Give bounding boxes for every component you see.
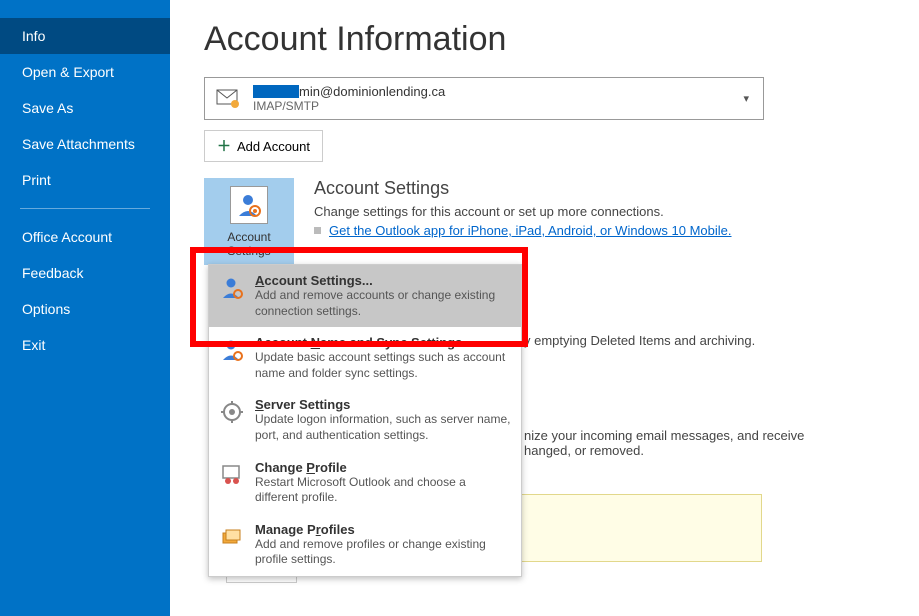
menu-manage-profiles[interactable]: Manage Profiles Add and remove profiles … bbox=[209, 514, 521, 576]
server-settings-icon bbox=[219, 399, 245, 425]
account-settings-tile[interactable]: Account Settings bbox=[204, 178, 294, 265]
rules-partial-1: nize your incoming email messages, and r… bbox=[524, 428, 889, 443]
sidebar-item-options[interactable]: Options bbox=[0, 291, 170, 327]
sidebar-item-info[interactable]: Info bbox=[0, 18, 170, 54]
menu-desc: Restart Microsoft Outlook and choose a d… bbox=[255, 475, 511, 506]
outlook-app-link-row: Get the Outlook app for iPhone, iPad, An… bbox=[314, 223, 889, 238]
menu-account-settings[interactable]: Account Settings... Add and remove accou… bbox=[209, 265, 521, 327]
sidebar-item-save-as[interactable]: Save As bbox=[0, 90, 170, 126]
sidebar-item-exit[interactable]: Exit bbox=[0, 327, 170, 363]
menu-name-sync-settings[interactable]: Account Name and Sync Settings Update ba… bbox=[209, 327, 521, 389]
page-title: Account Information bbox=[204, 20, 889, 59]
menu-desc: Update logon information, such as server… bbox=[255, 412, 511, 443]
outlook-app-link[interactable]: Get the Outlook app for iPhone, iPad, An… bbox=[329, 223, 732, 238]
rules-partial-2: hanged, or removed. bbox=[524, 443, 889, 458]
account-settings-icon bbox=[219, 275, 245, 301]
menu-title: Account Name and Sync Settings bbox=[255, 335, 511, 350]
account-settings-desc: Change settings for this account or set … bbox=[314, 204, 889, 219]
bullet-icon bbox=[314, 227, 321, 234]
manage-profiles-icon bbox=[219, 524, 245, 550]
menu-server-settings[interactable]: Server Settings Update logon information… bbox=[209, 389, 521, 451]
sidebar-item-print[interactable]: Print bbox=[0, 162, 170, 198]
account-settings-dropdown: Account Settings... Add and remove accou… bbox=[208, 264, 522, 577]
plus-icon: ＋ bbox=[217, 136, 231, 156]
sidebar-item-open-export[interactable]: Open & Export bbox=[0, 54, 170, 90]
account-type: IMAP/SMTP bbox=[253, 99, 445, 113]
mailbox-cleanup-partial: y emptying Deleted Items and archiving. bbox=[524, 333, 889, 348]
chevron-down-icon: ▾ bbox=[743, 92, 753, 105]
sidebar-item-feedback[interactable]: Feedback bbox=[0, 255, 170, 291]
menu-title: Manage Profiles bbox=[255, 522, 511, 537]
menu-desc: Update basic account settings such as ac… bbox=[255, 350, 511, 381]
menu-desc: Add and remove accounts or change existi… bbox=[255, 288, 511, 319]
account-settings-tile-label: Account Settings bbox=[204, 230, 294, 265]
account-selector[interactable]: min@dominionlending.ca IMAP/SMTP ▾ bbox=[204, 77, 764, 120]
backstage-sidebar: Info Open & Export Save As Save Attachme… bbox=[0, 0, 170, 616]
account-settings-tile-icon bbox=[230, 186, 268, 224]
menu-title: Server Settings bbox=[255, 397, 511, 412]
menu-title: Account Settings... bbox=[255, 273, 511, 288]
mailbox-icon bbox=[215, 86, 241, 112]
change-profile-icon bbox=[219, 462, 245, 488]
sidebar-divider bbox=[20, 208, 150, 209]
add-account-button[interactable]: ＋ Add Account bbox=[204, 130, 323, 162]
sidebar-item-save-attachments[interactable]: Save Attachments bbox=[0, 126, 170, 162]
account-email: min@dominionlending.ca bbox=[253, 84, 445, 99]
menu-desc: Add and remove profiles or change existi… bbox=[255, 537, 511, 568]
menu-title: Change Profile bbox=[255, 460, 511, 475]
name-sync-icon bbox=[219, 337, 245, 363]
sidebar-item-office-account[interactable]: Office Account bbox=[0, 219, 170, 255]
redacted-username bbox=[253, 85, 299, 98]
account-settings-heading: Account Settings bbox=[314, 178, 889, 199]
add-account-label: Add Account bbox=[237, 139, 310, 154]
menu-change-profile[interactable]: Change Profile Restart Microsoft Outlook… bbox=[209, 452, 521, 514]
